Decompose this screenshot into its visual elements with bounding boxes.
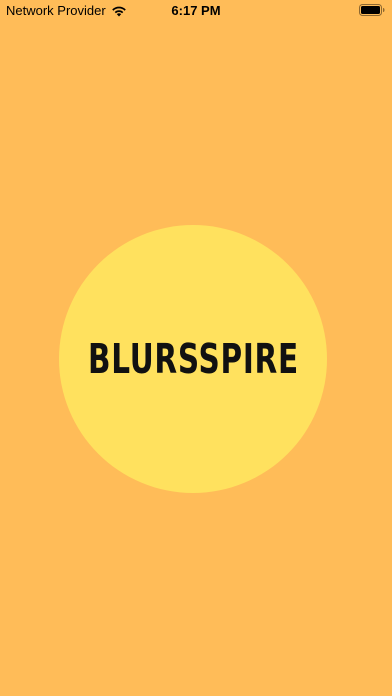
brand-name: BLURSSPIRE — [87, 335, 299, 383]
battery-icon — [359, 4, 385, 16]
status-time: 6:17 PM — [171, 3, 221, 18]
status-bar: Network Provider 6:17 PM — [0, 0, 392, 22]
splash-logo-circle: BLURSSPIRE — [59, 225, 327, 493]
